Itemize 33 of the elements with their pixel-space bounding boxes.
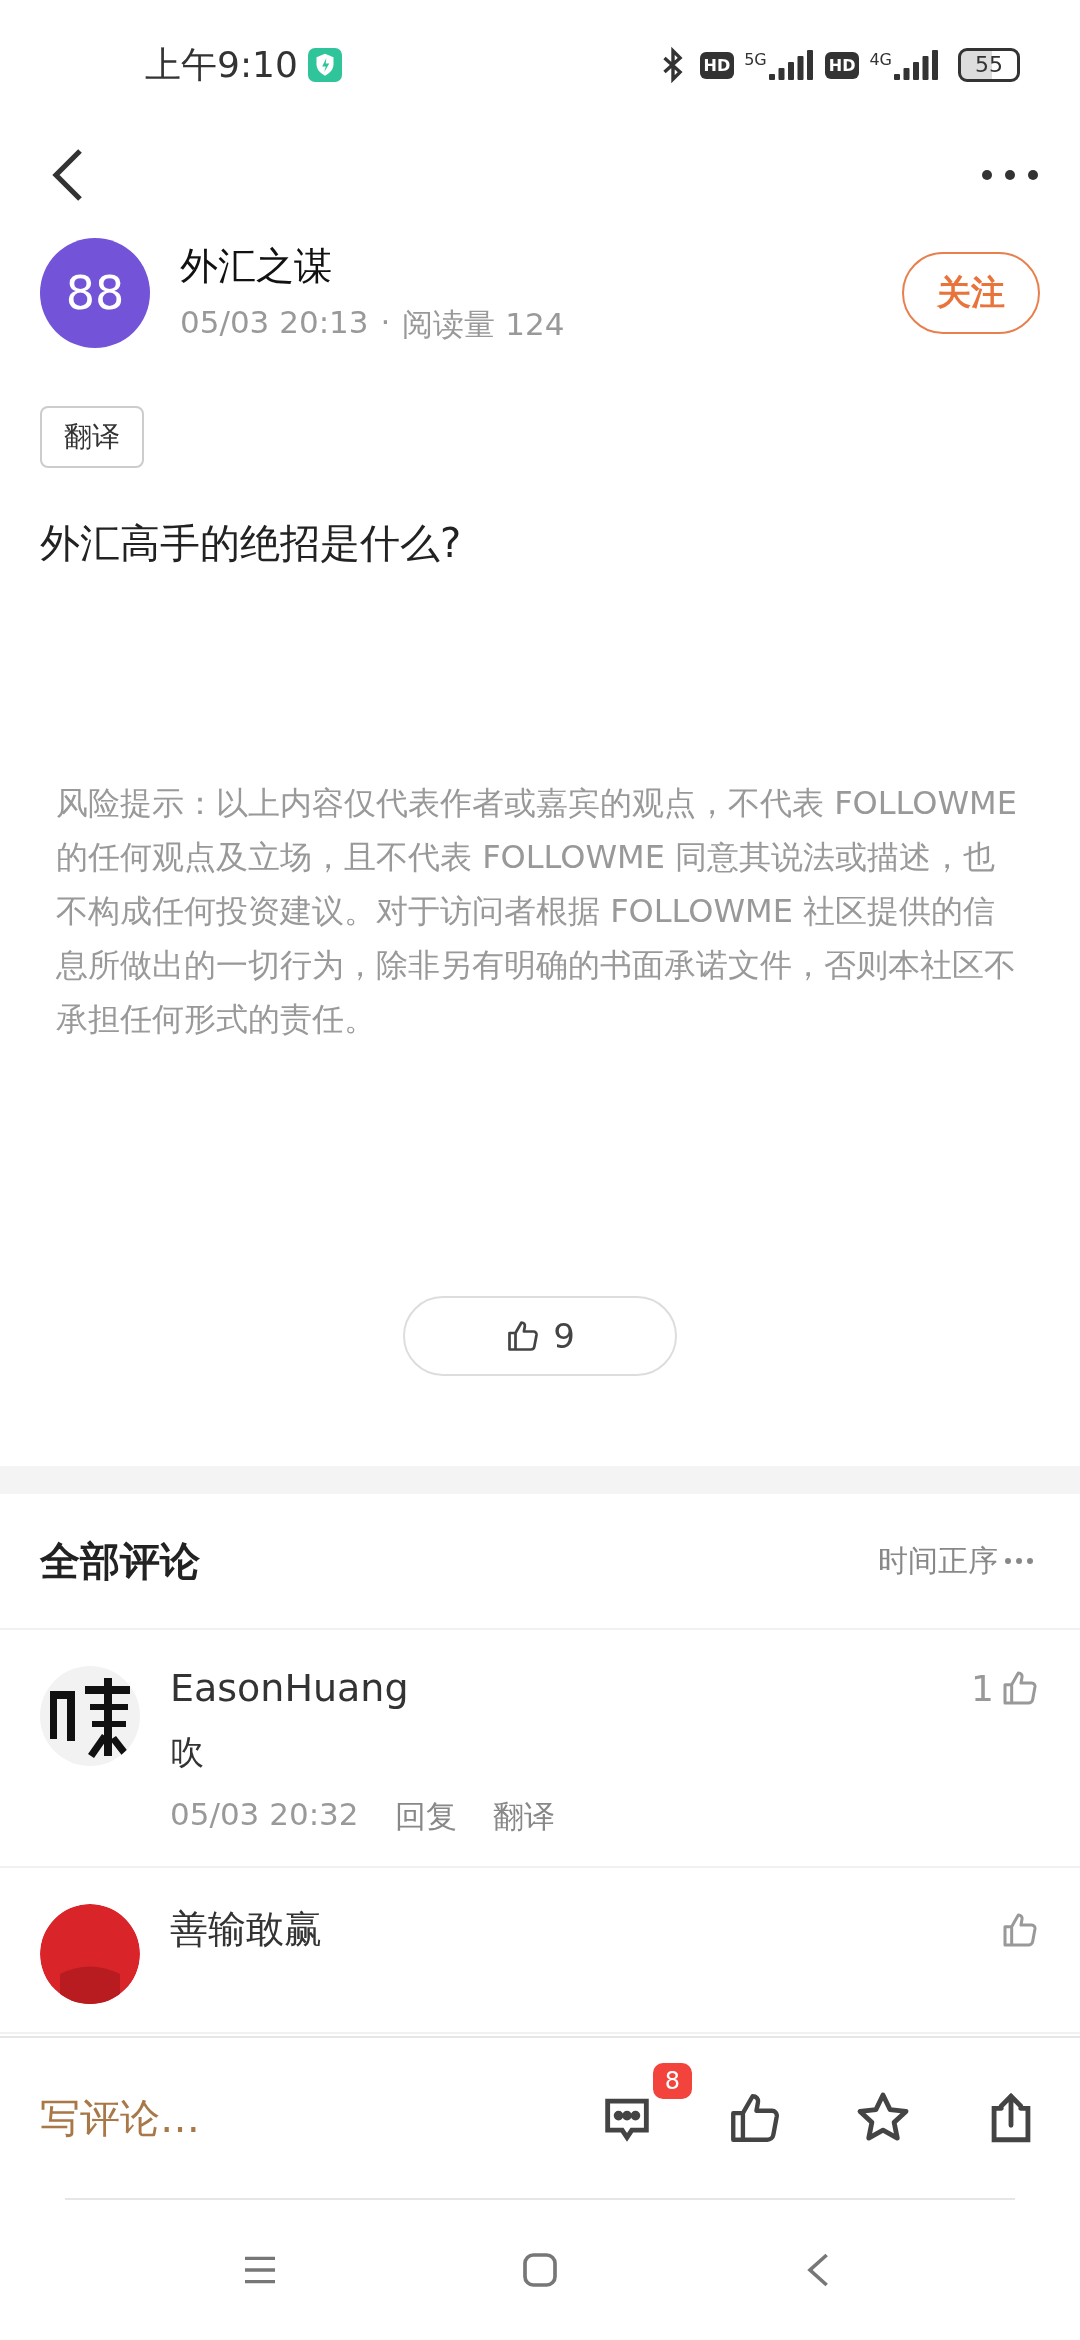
- hd-icon: HD: [699, 51, 735, 79]
- home-icon[interactable]: [520, 2250, 560, 2290]
- comment-input[interactable]: 写评论…: [40, 2090, 528, 2146]
- signal-icon: [768, 50, 815, 80]
- author-avatar[interactable]: 88: [40, 238, 150, 348]
- translate-button[interactable]: 翻译: [40, 406, 144, 468]
- signal-icon: [894, 50, 940, 80]
- separator: ·: [380, 303, 391, 342]
- follow-button[interactable]: 关注: [902, 252, 1040, 334]
- network-label: 4G: [869, 50, 892, 69]
- more-icon: [1004, 1557, 1034, 1565]
- hd-icon: HD: [824, 51, 860, 79]
- network-label: 5G: [744, 50, 767, 69]
- comment-count-badge: 8: [652, 2063, 692, 2099]
- comment-like-count: 1: [971, 1667, 994, 1709]
- commenter-name[interactable]: EasonHuang: [170, 1666, 409, 1710]
- like-button[interactable]: 9: [403, 1296, 677, 1376]
- more-icon[interactable]: [980, 168, 1040, 182]
- comments-title: 全部评论: [40, 1536, 200, 1586]
- author-name[interactable]: 外汇之谋: [180, 240, 872, 292]
- comment-text: 吹: [170, 1731, 205, 1774]
- translate-link[interactable]: 翻译: [492, 1796, 555, 1838]
- comment-date: 05/03 20:32: [170, 1796, 359, 1834]
- sort-button[interactable]: 时间正序: [872, 1539, 1040, 1583]
- status-time: 上午9:10: [145, 42, 298, 87]
- reply-link[interactable]: 回复: [394, 1796, 457, 1838]
- risk-disclaimer: 风险提示：以上内容仅代表作者或嘉宾的观点，不代表 FOLLOWME 的任何观点及立场，且不代表 FOLLOWME 同意其说法或描述，也不构成任何投资建议。对于访问者根据 FOLLOWME 社区提供的信息所做出的一切行为，除非另有明确的书面承诺文件，否则本社区不承担任何形式的责任。: [56, 783, 1018, 1040]
- post-title: 外汇高手的绝招是什么?: [40, 519, 463, 568]
- battery-level: 55: [958, 48, 1020, 82]
- post-date: 05/03 20:13: [180, 303, 369, 342]
- view-count: 阅读量 124: [402, 304, 565, 344]
- commenter-name[interactable]: 善输敢赢: [170, 1904, 322, 1955]
- shield-icon: [307, 48, 342, 82]
